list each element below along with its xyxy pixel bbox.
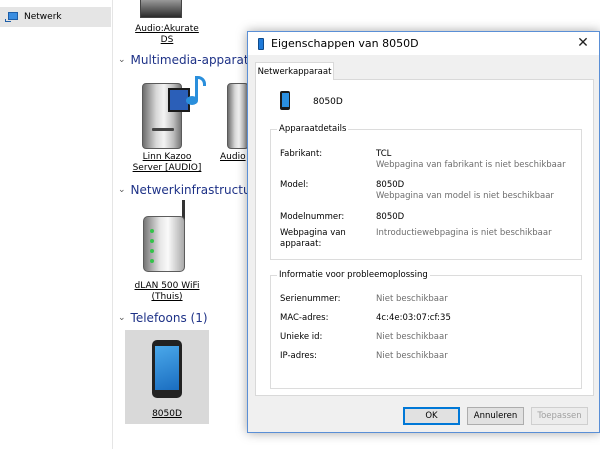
- device-webpage-label-2: apparaat:: [280, 239, 322, 249]
- group-network-infra-label: Netwerkinfrastructuur: [130, 183, 264, 197]
- serial-value: Niet beschikbaar: [376, 294, 448, 304]
- tab-network-device[interactable]: Netwerkapparaat: [255, 62, 334, 80]
- chevron-down-icon: ⌄: [118, 185, 126, 195]
- group-header-multimedia[interactable]: ⌄ Multimedia-apparater: [118, 53, 261, 67]
- model-value: 8050D: [376, 180, 405, 190]
- device-audio-partial-label: Audio: [220, 152, 246, 162]
- troubleshooting-title: Informatie voor probleemoplossing: [277, 270, 430, 280]
- unique-id-label: Unieke id:: [280, 332, 323, 342]
- router-icon: [143, 216, 185, 272]
- device-linn-kazoo[interactable]: Linn Kazoo Server [AUDIO]: [128, 152, 206, 174]
- manufacturer-label: Fabrikant:: [280, 149, 323, 159]
- model-label: Model:: [280, 180, 309, 190]
- device-details-group: Apparaatdetails Fabrikant: TCL Webpagina…: [270, 124, 582, 260]
- manufacturer-webpage-note: Webpagina van fabrikant is niet beschikb…: [376, 160, 566, 170]
- device-webpage-label-1: Webpagina van: [280, 228, 346, 238]
- nav-item-network-label: Netwerk: [24, 12, 62, 22]
- mac-value: 4c:4e:03:07:cf:35: [376, 313, 451, 323]
- media-device-icon: [227, 83, 249, 149]
- group-header-phones[interactable]: ⌄ Telefoons (1): [118, 311, 208, 325]
- group-phones-label: Telefoons (1): [130, 311, 208, 325]
- cancel-button[interactable]: Annuleren: [467, 407, 524, 425]
- manufacturer-value: TCL: [376, 149, 392, 159]
- phone-icon: [280, 91, 290, 110]
- unique-id-value: Niet beschikbaar: [376, 332, 448, 342]
- device-webpage-value: Introductiewebpagina is niet beschikbaar: [376, 228, 552, 238]
- group-multimedia-label: Multimedia-apparater: [130, 53, 261, 67]
- nav-item-network[interactable]: Netwerk: [0, 7, 111, 27]
- device-audio-akurate-label-2: DS: [160, 35, 174, 45]
- ok-button[interactable]: OK: [403, 407, 460, 425]
- chevron-down-icon: ⌄: [118, 313, 126, 323]
- tab-panel: 8050D Apparaatdetails Fabrikant: TCL Web…: [255, 79, 594, 396]
- device-linn-kazoo-label-2: Server [AUDIO]: [132, 163, 202, 173]
- model-number-label: Modelnummer:: [280, 212, 345, 222]
- audio-device-icon: [140, 0, 182, 18]
- dialog-titlebar[interactable]: Eigenschappen van 8050D ✕: [248, 32, 599, 55]
- device-name: 8050D: [313, 97, 343, 107]
- device-phone-label: 8050D: [152, 409, 182, 419]
- properties-dialog: Eigenschappen van 8050D ✕ Netwerkapparaa…: [247, 31, 600, 433]
- navigation-pane: Netwerk: [0, 0, 113, 449]
- device-audio-partial[interactable]: Audio: [220, 152, 247, 163]
- network-icon: [5, 12, 19, 22]
- ip-value: Niet beschikbaar: [376, 351, 448, 361]
- device-phone-8050d[interactable]: 8050D: [128, 409, 206, 420]
- device-audio-akurate-label-1: Audio:Akurate: [135, 24, 199, 34]
- ip-label: IP-adres:: [280, 351, 317, 361]
- device-dlan-label-2: (Thuis): [151, 292, 183, 302]
- device-linn-kazoo-label-1: Linn Kazoo: [142, 152, 192, 162]
- model-number-value: 8050D: [376, 212, 405, 222]
- chevron-down-icon: ⌄: [118, 55, 126, 65]
- serial-label: Serienummer:: [280, 294, 341, 304]
- device-details-title: Apparaatdetails: [277, 124, 349, 134]
- close-icon[interactable]: ✕: [575, 35, 591, 51]
- mac-label: MAC-adres:: [280, 313, 329, 323]
- device-dlan[interactable]: dLAN 500 WiFi (Thuis): [128, 281, 206, 303]
- dialog-title: Eigenschappen van 8050D: [271, 37, 419, 50]
- group-header-network-infra[interactable]: ⌄ Netwerkinfrastructuur: [118, 183, 263, 197]
- device-dlan-label-1: dLAN 500 WiFi: [134, 281, 200, 291]
- device-audio-akurate[interactable]: Audio:Akurate DS: [128, 24, 206, 46]
- phone-icon: [152, 340, 182, 398]
- phone-icon: [258, 37, 264, 50]
- model-webpage-note: Webpagina van model is niet beschikbaar: [376, 191, 554, 201]
- apply-button[interactable]: Toepassen: [531, 407, 588, 425]
- music-note-icon: [184, 76, 206, 108]
- troubleshooting-group: Informatie voor probleemoplossing Serien…: [270, 270, 582, 389]
